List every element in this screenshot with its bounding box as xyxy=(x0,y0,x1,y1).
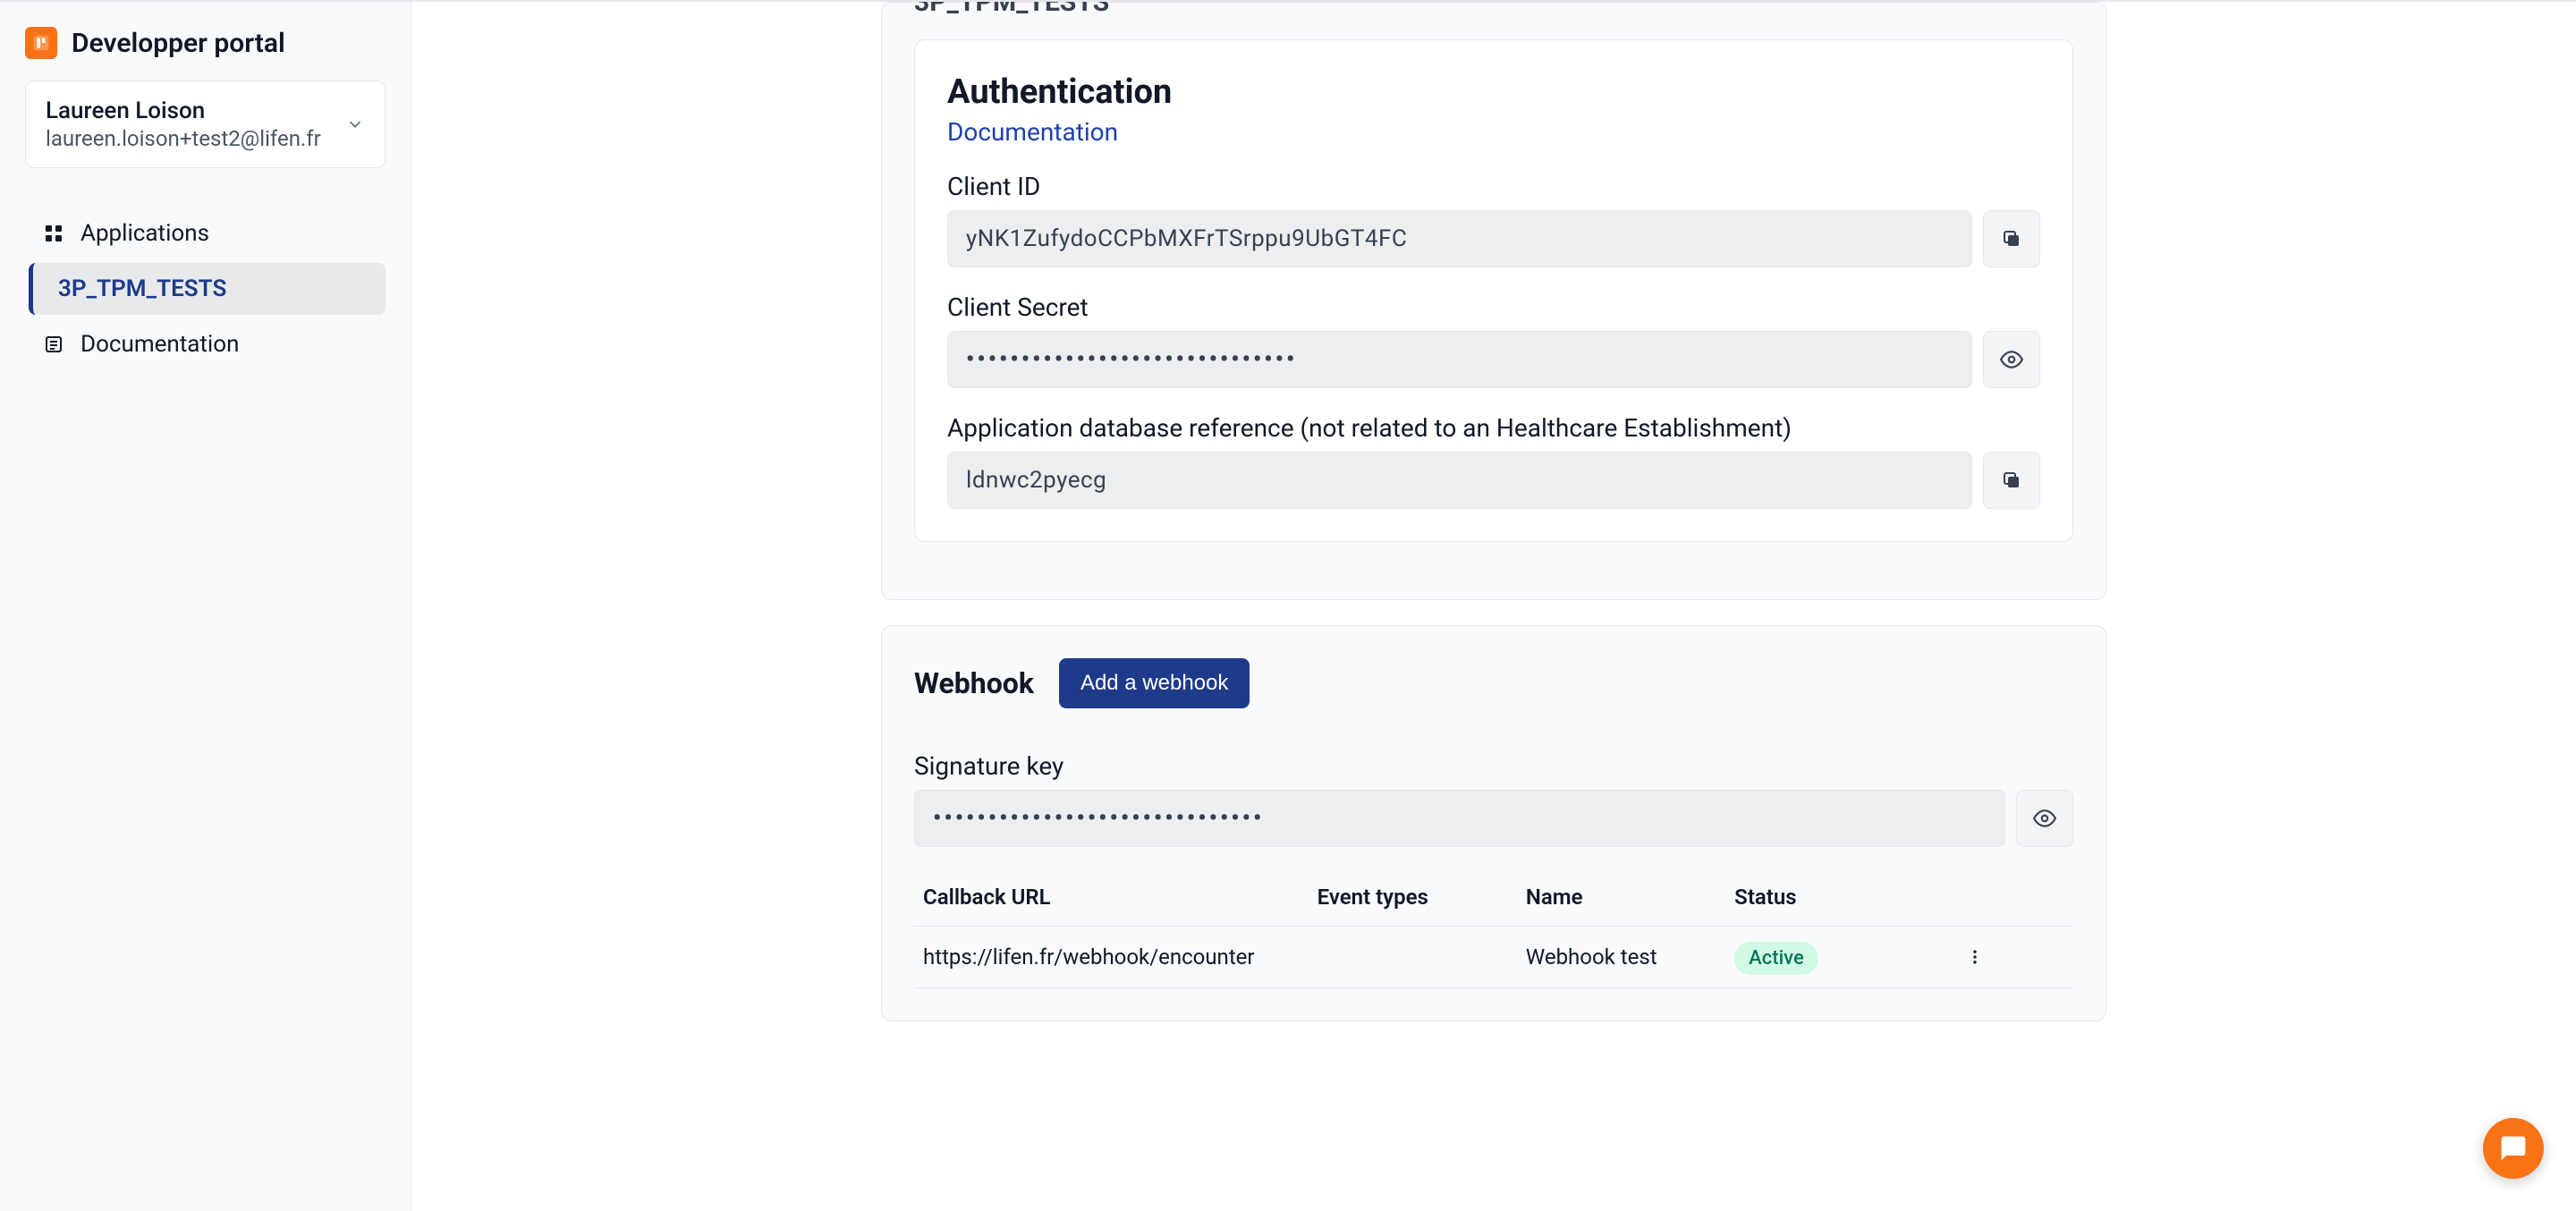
client-id-label: Client ID xyxy=(947,172,2040,201)
add-webhook-button[interactable]: Add a webhook xyxy=(1059,658,1250,708)
chat-icon xyxy=(2499,1134,2528,1163)
col-name: Name xyxy=(1517,868,1725,927)
copy-client-id-button[interactable] xyxy=(1983,210,2040,267)
sidebar-nav: Applications 3P_TPM_TESTS Documentation xyxy=(25,207,386,370)
client-secret-value[interactable]: •••••••••••••••••••••••••••••• xyxy=(947,331,1972,388)
doc-icon xyxy=(41,332,66,357)
brand-logo-icon xyxy=(25,27,57,59)
eye-icon xyxy=(2000,348,2023,371)
sidebar-item-documentation[interactable]: Documentation xyxy=(25,318,386,370)
app-card: 3P_TPM_TESTS Authentication Documentatio… xyxy=(881,2,2106,600)
auth-title: Authentication xyxy=(947,72,2040,112)
webhook-card: Webhook Add a webhook Signature key ••••… xyxy=(881,625,2106,1021)
webhook-table: Callback URL Event types Name Status htt… xyxy=(914,868,2073,988)
copy-icon xyxy=(2001,228,2022,250)
cell-callback-url: https://lifen.fr/webhook/encounter xyxy=(914,927,1309,988)
brand-title: Developper portal xyxy=(72,28,285,59)
db-ref-label: Application database reference (not rela… xyxy=(947,413,2040,443)
eye-icon xyxy=(2033,807,2056,830)
cell-event-types xyxy=(1309,927,1517,988)
cell-status: Active xyxy=(1725,927,1957,988)
apps-icon xyxy=(41,221,66,246)
cell-name: Webhook test xyxy=(1517,927,1725,988)
user-name: Laureen Loison xyxy=(46,97,321,124)
copy-db-ref-button[interactable] xyxy=(1983,452,2040,509)
app-title: 3P_TPM_TESTS xyxy=(914,2,2073,34)
client-id-value[interactable]: yNK1ZufydoCCPbMXFrTSrppu9UbGT4FC xyxy=(947,210,1972,267)
db-ref-value[interactable]: ldnwc2pyecg xyxy=(947,452,1972,509)
sidebar-item-active-app[interactable]: 3P_TPM_TESTS xyxy=(29,263,386,315)
user-selector[interactable]: Laureen Loison laureen.loison+test2@life… xyxy=(25,80,386,168)
sidebar: Developper portal Laureen Loison laureen… xyxy=(0,2,411,1211)
brand: Developper portal xyxy=(25,27,386,59)
signature-key-value[interactable]: •••••••••••••••••••••••••••••• xyxy=(914,790,2005,847)
col-status: Status xyxy=(1725,868,1957,927)
authentication-card: Authentication Documentation Client ID y… xyxy=(914,39,2073,542)
reveal-client-secret-button[interactable] xyxy=(1983,331,2040,388)
user-email: laureen.loison+test2@lifen.fr xyxy=(46,126,321,151)
intercom-launcher[interactable] xyxy=(2483,1118,2544,1179)
sidebar-item-applications[interactable]: Applications xyxy=(25,207,386,259)
status-badge: Active xyxy=(1734,942,1818,975)
table-row: https://lifen.fr/webhook/encounter Webho… xyxy=(914,927,2073,988)
auth-doc-link[interactable]: Documentation xyxy=(947,117,1118,147)
sidebar-item-label: 3P_TPM_TESTS xyxy=(58,275,226,302)
row-menu-button[interactable] xyxy=(1957,927,2073,988)
signature-key-label: Signature key xyxy=(914,751,2073,781)
chevron-down-icon xyxy=(345,114,365,134)
kebab-icon xyxy=(1966,948,2064,966)
copy-icon xyxy=(2001,470,2022,491)
sidebar-item-label: Applications xyxy=(80,220,209,247)
sidebar-item-label: Documentation xyxy=(80,331,239,358)
main-content: 3P_TPM_TESTS Authentication Documentatio… xyxy=(411,2,2576,1211)
client-secret-label: Client Secret xyxy=(947,292,2040,322)
col-callback-url: Callback URL xyxy=(914,868,1309,927)
webhook-title: Webhook xyxy=(914,666,1034,700)
col-event-types: Event types xyxy=(1309,868,1517,927)
reveal-signature-key-button[interactable] xyxy=(2016,790,2073,847)
